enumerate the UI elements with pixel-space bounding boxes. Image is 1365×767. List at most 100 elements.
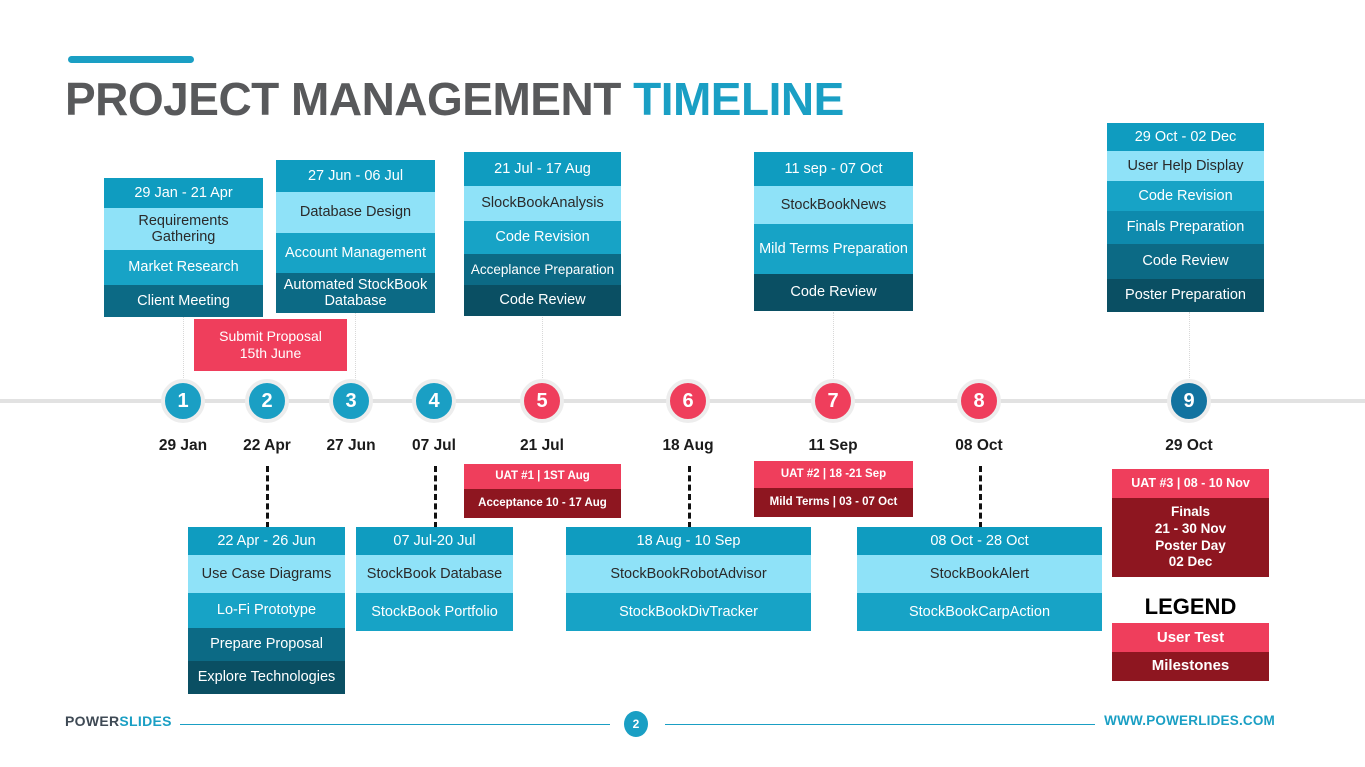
task-card-3-row-0: SlockBookAnalysis [464,186,621,221]
legend-title: LEGEND [1144,594,1237,619]
timeline-marker-7[interactable]: 7 [811,379,855,423]
task-card-8[interactable]: 18 Aug - 10 Sep StockBookRobotAdvisor St… [566,527,811,631]
timeline-marker-8[interactable]: 8 [957,379,1001,423]
task-card-2-row-1: Account Management [276,233,435,273]
task-card-3[interactable]: 21 Jul - 17 Aug SlockBookAnalysis Code R… [464,152,621,316]
task-card-5-header: 29 Oct - 02 Dec [1107,123,1264,151]
footer-page-number: 2 [624,711,648,737]
connector-dotted-3 [355,312,357,384]
title-accent-bar [68,56,194,63]
timeline-marker-7-number: 7 [827,389,839,412]
task-card-5-row-1: Code Revision [1107,181,1264,211]
timeline-marker-6-number: 6 [682,389,694,412]
timeline-marker-6[interactable]: 6 [666,379,710,423]
task-card-2[interactable]: 27 Jun - 06 Jul Database Design Account … [276,160,435,313]
task-card-9-row-1: StockBookCarpAction [857,593,1102,631]
milestone-submit-proposal-line1: Submit Proposal [219,328,322,345]
legend-box: User Test Milestones [1112,623,1269,681]
task-card-3-row-2: Acceplance Preparation [464,254,621,285]
task-card-8-row-1: StockBookDivTracker [566,593,811,631]
timeline-marker-3[interactable]: 3 [329,379,373,423]
task-card-6-row-0: Use Case Diagrams [188,555,345,593]
task-card-4-row-0: StockBookNews [754,186,913,224]
milestone-uat3-top: UAT #3 | 08 - 10 Nov [1112,469,1269,498]
connector-dotted-1 [183,312,185,384]
task-card-9[interactable]: 08 Oct - 28 Oct StockBookAlert StockBook… [857,527,1102,631]
timeline-date-8: 08 Oct [955,437,1003,454]
timeline-marker-9-number: 9 [1183,389,1195,412]
timeline-date-9: 29 Oct [1165,437,1213,454]
task-card-5-row-2: Finals Preparation [1107,211,1264,244]
task-card-6-row-3: Explore Technologies [188,661,345,694]
footer-url[interactable]: WWW.POWERLIDES.COM [1104,713,1275,728]
task-card-4[interactable]: 11 sep - 07 Oct StockBookNews Mild Terms… [754,152,913,311]
task-card-6-row-2: Prepare Proposal [188,628,345,661]
task-card-9-row-0: StockBookAlert [857,555,1102,593]
task-card-1[interactable]: 29 Jan - 21 Apr Requirements Gathering M… [104,178,263,317]
task-card-5-row-0: User Help Display [1107,151,1264,181]
connector-dashed-4 [434,466,437,528]
timeline-marker-4-number: 4 [428,389,440,412]
task-card-4-header: 11 sep - 07 Oct [754,152,913,186]
timeline-marker-2[interactable]: 2 [245,379,289,423]
milestone-uat2-top: UAT #2 | 18 -21 Sep [754,461,913,488]
milestone-submit-proposal[interactable]: Submit Proposal 15th June [194,319,347,371]
footer-logo-bold: POWER [65,713,120,729]
task-card-1-header: 29 Jan - 21 Apr [104,178,263,208]
task-card-7-row-1: StockBook Portfolio [356,593,513,631]
milestone-submit-proposal-line2: 15th June [239,345,302,361]
task-card-2-row-0: Database Design [276,192,435,233]
title-main-text: PROJECT MANAGEMENT [65,73,621,125]
timeline-marker-9[interactable]: 9 [1167,379,1211,423]
connector-dotted-5 [542,312,544,384]
timeline-marker-2-number: 2 [261,389,273,412]
milestone-uat3-bottom: Finals 21 - 30 Nov Poster Day 02 Dec [1112,498,1269,577]
legend-milestones: Milestones [1112,652,1269,681]
milestone-uat1[interactable]: UAT #1 | 1ST Aug Acceptance 10 - 17 Aug [464,464,621,518]
timeline-marker-1[interactable]: 1 [161,379,205,423]
milestone-uat3-line-3: 02 Dec [1168,554,1213,570]
connector-dashed-6 [688,466,691,528]
task-card-4-row-1: Mild Terms Preparation [754,224,913,274]
timeline-marker-5[interactable]: 5 [520,379,564,423]
milestone-uat1-top: UAT #1 | 1ST Aug [464,464,621,489]
timeline-date-6: 18 Aug [662,437,714,454]
milestone-uat3-line-0: Finals [1170,503,1210,519]
task-card-5-row-4: Poster Preparation [1107,279,1264,312]
task-card-6-row-1: Lo-Fi Prototype [188,593,345,628]
task-card-2-header: 27 Jun - 06 Jul [276,160,435,192]
milestone-uat3-line-2: Poster Day [1155,537,1226,553]
task-card-7[interactable]: 07 Jul-20 Jul StockBook Database StockBo… [356,527,513,631]
milestone-uat1-bottom: Acceptance 10 - 17 Aug [464,489,621,518]
footer-line-left [180,724,610,725]
milestone-uat2[interactable]: UAT #2 | 18 -21 Sep Mild Terms | 03 - 07… [754,461,913,517]
milestone-uat3-line-1: 21 - 30 Nov [1154,520,1227,536]
timeline-marker-5-number: 5 [536,389,548,412]
task-card-4-row-2: Code Review [754,274,913,311]
slide-canvas: PROJECT MANAGEMENT TIMELINE 29 Jan - 21 … [0,0,1365,767]
footer-logo-light: SLIDES [119,713,172,729]
task-card-1-row-0: Requirements Gathering [104,208,263,250]
footer-line-right [665,724,1095,725]
timeline-marker-3-number: 3 [345,389,357,412]
footer-logo: POWERSLIDES [65,713,172,729]
task-card-5[interactable]: 29 Oct - 02 Dec User Help Display Code R… [1107,123,1264,312]
milestone-submit-proposal-body: Submit Proposal 15th June [194,319,347,371]
task-card-8-row-0: StockBookRobotAdvisor [566,555,811,593]
timeline-marker-4[interactable]: 4 [412,379,456,423]
task-card-3-row-3: Code Review [464,285,621,316]
connector-dashed-8 [979,466,982,528]
timeline-marker-8-number: 8 [973,389,985,412]
task-card-2-row-2: Automated StockBook Database [276,273,435,313]
task-card-6[interactable]: 22 Apr - 26 Jun Use Case Diagrams Lo-Fi … [188,527,345,694]
milestone-uat2-bottom: Mild Terms | 03 - 07 Oct [754,488,913,517]
task-card-3-header: 21 Jul - 17 Aug [464,152,621,186]
timeline-marker-1-number: 1 [177,389,189,412]
timeline-date-5: 21 Jul [520,437,564,454]
page-title: PROJECT MANAGEMENT TIMELINE [65,72,844,126]
task-card-1-row-2: Client Meeting [104,285,263,317]
legend-user-test: User Test [1112,623,1269,652]
milestone-uat3[interactable]: UAT #3 | 08 - 10 Nov Finals 21 - 30 Nov … [1112,469,1269,577]
task-card-1-row-1: Market Research [104,250,263,285]
timeline-date-4: 07 Jul [412,437,456,454]
